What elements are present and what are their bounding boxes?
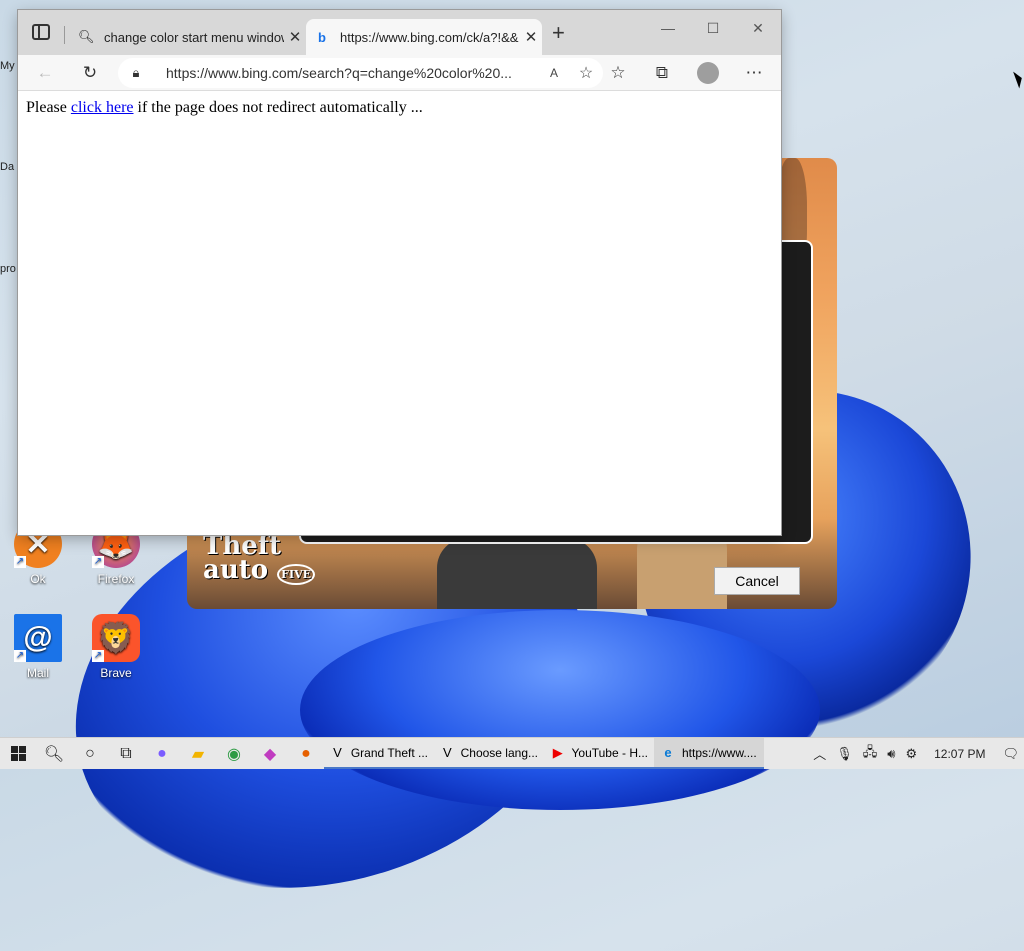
minimize-button[interactable]: — (645, 20, 691, 44)
taskbar-app-label: Choose lang... (460, 745, 538, 760)
back-button[interactable]: ← (33, 61, 57, 85)
cancel-button[interactable]: Cancel (714, 567, 800, 595)
bing-icon: b (318, 29, 326, 45)
gta-logo: Theft auto FIVE (203, 533, 316, 587)
voice-assistant-icon[interactable]: ● (144, 738, 180, 769)
shortcut-arrow-icon: ↗ (92, 650, 104, 662)
task-view-icon[interactable]: ⧉ (108, 738, 144, 769)
close-window-button[interactable]: ✕ (735, 20, 781, 44)
tab-bing[interactable]: b https://www.bing.com/ck/a?!&& ✕ (306, 19, 542, 55)
maximize-button[interactable]: ☐ (690, 20, 736, 44)
desktop-icon-mail[interactable]: @ ↗ Mail (8, 614, 68, 680)
add-favorite-icon[interactable]: ☆ (569, 63, 603, 83)
start-button[interactable] (0, 738, 36, 769)
firefox-icon[interactable]: ● (288, 738, 324, 769)
taskbar-app-choose-lang[interactable]: V Choose lang... (434, 738, 544, 769)
address-url[interactable]: https://www.bing.com/search?q=change%20c… (154, 65, 539, 81)
redirect-text: if the page does not redirect automatica… (133, 99, 423, 116)
favorites-icon[interactable]: ☆ (606, 61, 630, 85)
chrome-icon[interactable]: ◉ (216, 738, 252, 769)
search-icon[interactable]: 🔍︎ (36, 738, 72, 769)
tab-title: change color start menu window (104, 29, 284, 45)
system-tray: ︿ 🎙︎ 🖧 🔊︎ ⚙ 12:07 PM 🗨 (808, 738, 1024, 769)
search-icon: 🔍︎ (78, 29, 95, 44)
desktop-edge-label[interactable]: My (0, 60, 15, 72)
taskbar-app-edge[interactable]: e https://www.... (654, 738, 764, 769)
taskbar-app-label: https://www.... (682, 745, 757, 760)
volume-icon[interactable]: 🔊︎ (882, 746, 900, 762)
app-icon: V (442, 745, 452, 760)
redirect-text: Please (26, 99, 71, 116)
tab-separator (64, 26, 65, 44)
tab-actions-icon[interactable] (32, 24, 50, 40)
logo-badge: FIVE (277, 564, 316, 585)
microphone-icon[interactable]: 🎙︎ (831, 746, 858, 762)
cortana-icon[interactable]: ○ (72, 738, 108, 769)
desktop-icon-label: Ok (30, 572, 46, 586)
notifications-icon[interactable]: 🗨 (997, 746, 1024, 762)
wallpaper-bloom (300, 610, 820, 810)
clock[interactable]: 12:07 PM (922, 747, 997, 761)
taskbar-app-label: YouTube - H... (571, 745, 649, 760)
desktop-icon-label: Mail (26, 666, 49, 680)
close-tab-icon[interactable]: ✕ (284, 28, 306, 46)
tab-search[interactable]: 🔍︎ change color start menu window ✕ (70, 19, 306, 55)
close-tab-icon[interactable]: ✕ (520, 28, 542, 46)
browser-window: 🔍︎ change color start menu window ✕ b ht… (18, 10, 781, 535)
artwork-figure (437, 538, 597, 609)
tab-strip: 🔍︎ change color start menu window ✕ b ht… (18, 10, 781, 55)
youtube-icon: ▶ (552, 744, 563, 760)
logo-text: auto (203, 555, 269, 585)
browser-toolbar: ← ↻ 🔒︎ https://www.bing.com/search?q=cha… (18, 55, 781, 91)
shortcut-arrow-icon: ↗ (14, 650, 26, 662)
taskbar: 🔍︎ ○ ⧉ ● ▰ ◉ ◆ ● V Grand Theft ... V Cho… (0, 737, 1024, 769)
desktop-icon-label: Firefox (97, 572, 135, 586)
taskbar-app-grand-theft[interactable]: V Grand Theft ... (324, 738, 434, 769)
taskbar-app-youtube[interactable]: ▶ YouTube - H... (544, 738, 654, 769)
lock-icon[interactable]: 🔒︎ (118, 65, 154, 81)
app-icon[interactable]: ◆ (252, 738, 288, 769)
network-icon[interactable]: 🖧 (858, 743, 883, 765)
refresh-button[interactable]: ↻ (78, 61, 102, 85)
edge-icon: e (664, 745, 672, 760)
app-icon: V (333, 745, 342, 760)
address-bar[interactable]: 🔒︎ https://www.bing.com/search?q=change%… (118, 58, 603, 88)
shortcut-arrow-icon: ↗ (92, 556, 104, 568)
tab-title: https://www.bing.com/ck/a?!&& (340, 29, 519, 45)
desktop-edge-label[interactable]: Da (0, 161, 14, 173)
taskbar-app-label: Grand Theft ... (350, 745, 428, 760)
collections-icon[interactable]: ⧉ (650, 61, 674, 85)
desktop-icon-label: Brave (100, 666, 132, 680)
more-menu-icon[interactable]: ⋯ (742, 61, 766, 85)
shortcut-arrow-icon: ↗ (14, 556, 26, 568)
page-content: Please click here if the page does not r… (18, 91, 781, 125)
desktop-icon-brave[interactable]: 🦁 ↗ Brave (86, 614, 146, 680)
click-here-link[interactable]: click here (71, 99, 134, 116)
chevron-up-icon[interactable]: ︿ (808, 744, 831, 763)
gear-icon[interactable]: ⚙ (900, 746, 922, 762)
new-tab-button[interactable]: + (552, 22, 565, 44)
desktop-edge-label[interactable]: pro (0, 263, 16, 275)
mouse-cursor (1013, 69, 1024, 89)
file-explorer-icon[interactable]: ▰ (180, 738, 216, 769)
read-aloud-icon[interactable]: A (539, 66, 569, 80)
profile-avatar[interactable] (696, 61, 720, 85)
